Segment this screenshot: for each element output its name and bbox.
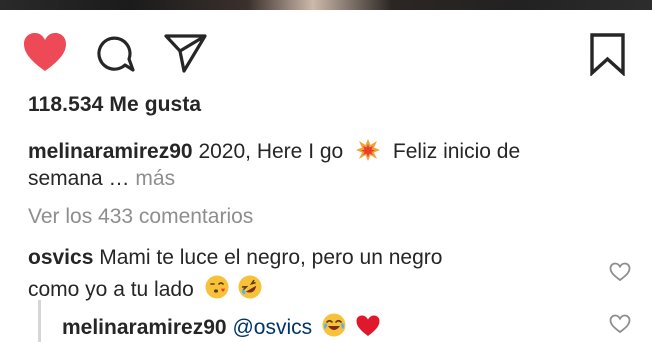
- caption-text: 2020, Here I go: [198, 140, 344, 163]
- comment-username[interactable]: osvics: [28, 246, 93, 269]
- caption-username[interactable]: melinaramirez90: [28, 140, 193, 163]
- comment-like-heart-icon[interactable]: [609, 262, 631, 282]
- likes-count[interactable]: 118.534 Me gusta: [28, 93, 201, 117]
- rofl-emoji-icon: [238, 275, 262, 299]
- caption-more-link[interactable]: más: [135, 167, 175, 190]
- reply-thread-line: [38, 300, 41, 342]
- caption-text-after: Feliz inicio de: [392, 140, 521, 163]
- comment-text-line2: como yo a tu lado: [28, 278, 194, 301]
- comment-line-2: como yo a tu lado: [28, 274, 263, 302]
- bookmark-icon[interactable]: [588, 32, 628, 76]
- post-action-bar: [0, 28, 652, 78]
- view-comments-link[interactable]: Ver los 433 comentarios: [28, 205, 253, 229]
- heart-filled-icon[interactable]: [22, 31, 68, 73]
- comment-icon[interactable]: [95, 32, 137, 74]
- comment-text-line1: Mami te luce el negro, pero un negro: [99, 246, 443, 269]
- caption-line2-text: semana …: [28, 167, 130, 190]
- share-direct-icon[interactable]: [163, 32, 209, 74]
- post-photo-bottom-edge[interactable]: [0, 0, 652, 10]
- caption-line-1: melinaramirez90 2020, Here I go Feliz in…: [28, 138, 520, 164]
- joy-emoji-icon: [322, 313, 346, 337]
- caption-line-2: semana … más: [28, 167, 175, 191]
- red-heart-emoji-icon: [356, 315, 380, 336]
- reply-username[interactable]: melinaramirez90: [62, 316, 227, 339]
- comment-line-1: osvics Mami te luce el negro, pero un ne…: [28, 246, 442, 270]
- reply-mention[interactable]: @osvics: [232, 316, 312, 339]
- kissing-heart-emoji-icon: [205, 275, 229, 299]
- reply-line: melinaramirez90 @osvics: [62, 312, 381, 340]
- collision-emoji-icon: [356, 139, 381, 161]
- reply-like-heart-icon[interactable]: [609, 314, 631, 334]
